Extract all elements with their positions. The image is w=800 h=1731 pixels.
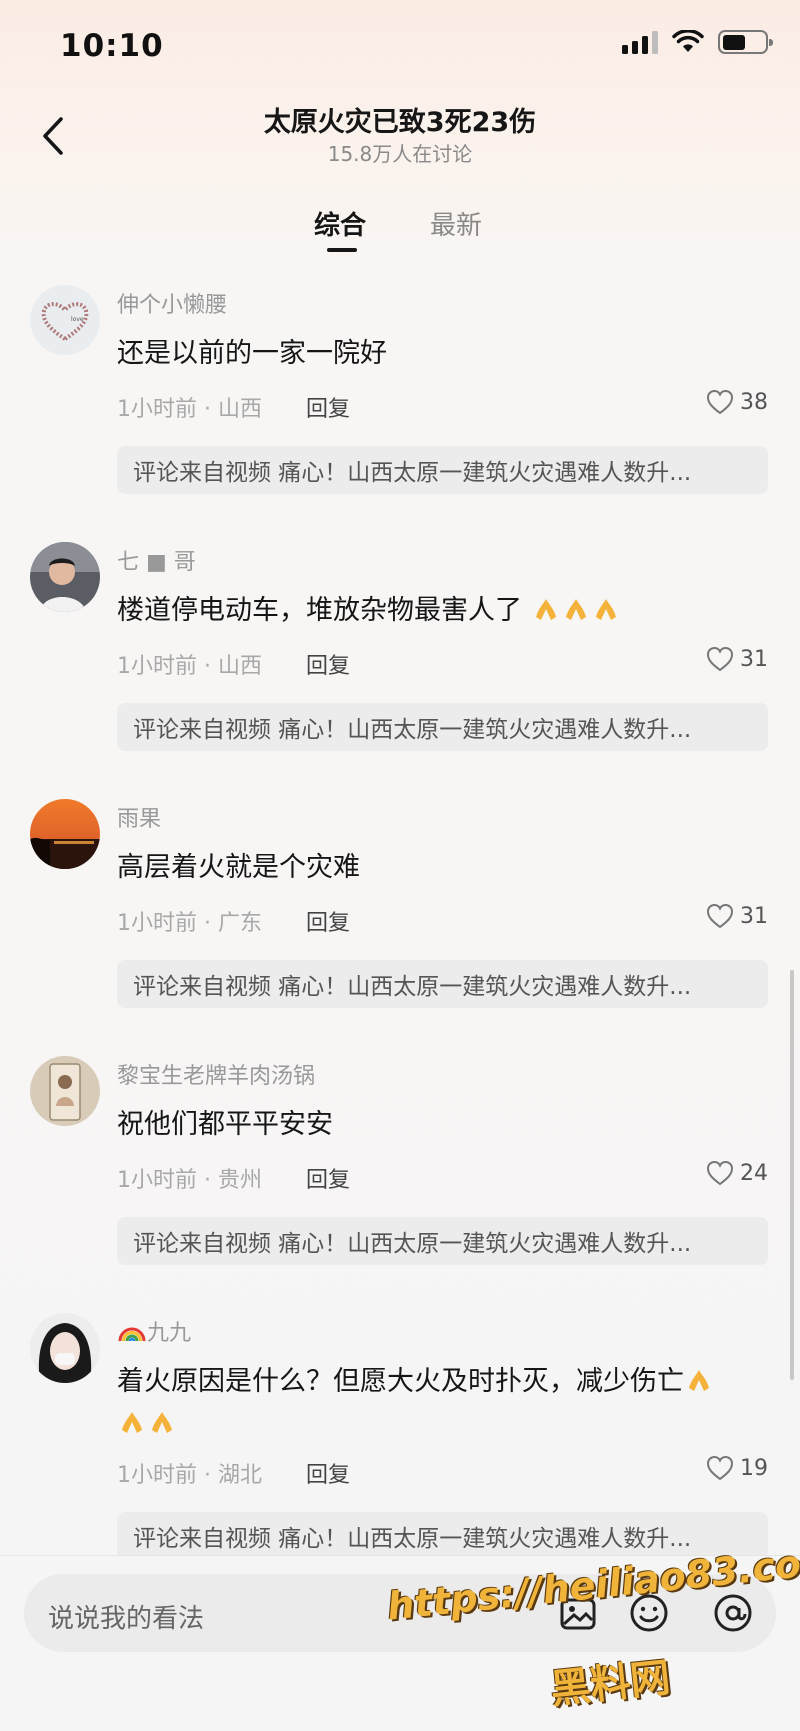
pray-emoji [689, 1370, 709, 1391]
like-button[interactable]: 38 [706, 389, 768, 415]
comment-item: 雨果 高层着火就是个灾难 1小时前 · 广东 回复 31 评论来自视频 痛心！山… [0, 799, 800, 1011]
heart-icon [706, 389, 734, 415]
like-button[interactable]: 19 [706, 1455, 768, 1481]
avatar[interactable] [30, 1313, 100, 1383]
comment-text: 高层着火就是个灾难 [117, 852, 360, 883]
heart-icon [706, 1455, 734, 1481]
heart-icon [706, 1160, 734, 1186]
username[interactable]: 雨果 [117, 801, 161, 833]
avatar[interactable] [30, 1056, 100, 1126]
heart-icon [706, 903, 734, 929]
watermark: https://heiliao83.com 黑料网 [385, 1537, 800, 1725]
pray-emoji [122, 1412, 142, 1433]
like-button[interactable]: 31 [706, 646, 768, 672]
comment-time: 1小时前 [117, 1168, 197, 1193]
reply-button[interactable]: 回复 [306, 1162, 350, 1194]
comment-text: 楼道停电动车，堆放杂物最害人了 [117, 590, 767, 632]
meta-separator: · [197, 654, 218, 679]
like-count: 31 [740, 646, 768, 672]
comment-meta: 1小时前 · 山西 [117, 391, 262, 423]
comment-time: 1小时前 [117, 1463, 197, 1488]
source-video-link[interactable]: 评论来自视频 痛心！山西太原一建筑火灾遇难人数升... [117, 446, 768, 494]
nav-header: 太原火灾已致3死23伤 15.8万人在讨论 [0, 96, 800, 196]
username[interactable]: 伸个小懒腰 [117, 287, 227, 319]
meta-separator: · [197, 397, 218, 422]
status-bar: 10:10 [0, 0, 800, 96]
comment-time: 1小时前 [117, 911, 197, 936]
comment-text: 祝他们都平平安安 [117, 1109, 333, 1140]
watermark-text: 黑料网 [548, 1654, 673, 1714]
page-title: 太原火灾已致3死23伤 [263, 107, 537, 138]
like-count: 24 [740, 1160, 768, 1186]
source-video-link[interactable]: 评论来自视频 痛心！山西太原一建筑火灾遇难人数升... [117, 960, 768, 1008]
tab-latest[interactable]: 最新 [430, 205, 482, 242]
avatar[interactable] [30, 799, 100, 869]
tab-active-indicator [327, 248, 357, 252]
source-video-link[interactable]: 评论来自视频 痛心！山西太原一建筑火灾遇难人数升... [117, 1512, 768, 1560]
comment-text-body: 楼道停电动车，堆放杂物最害人了 [117, 595, 522, 626]
like-button[interactable]: 31 [706, 903, 768, 929]
tab-bar: 综合 最新 [0, 205, 800, 255]
status-time: 10:10 [60, 28, 164, 64]
comment-region: 山西 [217, 397, 262, 422]
battery-icon [718, 30, 773, 54]
comment-item: 黎宝生老牌羊肉汤锅 祝他们都平平安安 1小时前 · 贵州 回复 24 评论来自视… [0, 1056, 800, 1268]
avatar[interactable]: love [30, 285, 100, 355]
comment-meta: 1小时前 · 广东 [117, 905, 262, 937]
pray-emoji [535, 599, 556, 620]
wifi-icon [672, 30, 704, 52]
like-count: 19 [740, 1455, 768, 1481]
username[interactable]: 黎宝生老牌羊肉汤锅 [117, 1058, 315, 1090]
reply-button[interactable]: 回复 [306, 905, 350, 937]
username-text: 九九 [147, 1321, 192, 1346]
svg-text:love: love [71, 316, 84, 323]
reply-button[interactable]: 回复 [306, 1457, 350, 1489]
like-count: 31 [740, 903, 768, 929]
meta-separator: · [197, 1463, 218, 1488]
username[interactable]: 九九 [117, 1315, 191, 1347]
comment-region: 广东 [217, 911, 262, 936]
username[interactable]: 七 ■ 哥 [117, 544, 196, 576]
comment-meta: 1小时前 · 湖北 [117, 1457, 262, 1489]
pray-emoji [565, 599, 586, 620]
comment-time: 1小时前 [117, 397, 197, 422]
comment-item: 九九 着火原因是什么？但愿大火及时扑灭，减少伤亡 1小时前 · 湖北 回复 19… [0, 1313, 800, 1560]
discussion-count: 15.8万人在讨论 [327, 142, 473, 166]
avatar[interactable] [30, 542, 100, 612]
tab-comprehensive[interactable]: 综合 [314, 205, 366, 242]
pray-emoji [595, 599, 616, 620]
source-video-link[interactable]: 评论来自视频 痛心！山西太原一建筑火灾遇难人数升... [117, 1217, 768, 1265]
like-count: 38 [740, 389, 768, 415]
reply-button[interactable]: 回复 [306, 391, 350, 423]
comment-text-body: 着火原因是什么？但愿大火及时扑灭，减少伤亡 [117, 1366, 684, 1397]
comment-meta: 1小时前 · 山西 [117, 648, 262, 680]
comment-item: 七 ■ 哥 楼道停电动车，堆放杂物最害人了 1小时前 · 山西 回复 31 评论… [0, 542, 800, 754]
comment-item: love 伸个小懒腰 还是以前的一家一院好 1小时前 · 山西 回复 38 评论… [0, 285, 800, 497]
comment-region: 山西 [217, 654, 262, 679]
pray-emoji [152, 1412, 172, 1433]
comment-time: 1小时前 [117, 654, 197, 679]
meta-separator: · [197, 1168, 218, 1193]
heart-icon [706, 646, 734, 672]
comment-region: 湖北 [217, 1463, 262, 1488]
comment-region: 贵州 [217, 1168, 262, 1193]
source-video-link[interactable]: 评论来自视频 痛心！山西太原一建筑火灾遇难人数升... [117, 703, 768, 751]
comment-meta: 1小时前 · 贵州 [117, 1162, 262, 1194]
status-icons [622, 30, 773, 54]
meta-separator: · [197, 911, 218, 936]
scrollbar[interactable] [790, 970, 794, 1380]
rainbow-emoji [118, 1327, 146, 1342]
reply-button[interactable]: 回复 [306, 648, 350, 680]
signal-icon [622, 30, 658, 54]
comment-text: 还是以前的一家一院好 [117, 338, 387, 369]
comment-text: 着火原因是什么？但愿大火及时扑灭，减少伤亡 [117, 1361, 767, 1445]
like-button[interactable]: 24 [706, 1160, 768, 1186]
input-placeholder: 说说我的看法 [48, 1604, 205, 1634]
